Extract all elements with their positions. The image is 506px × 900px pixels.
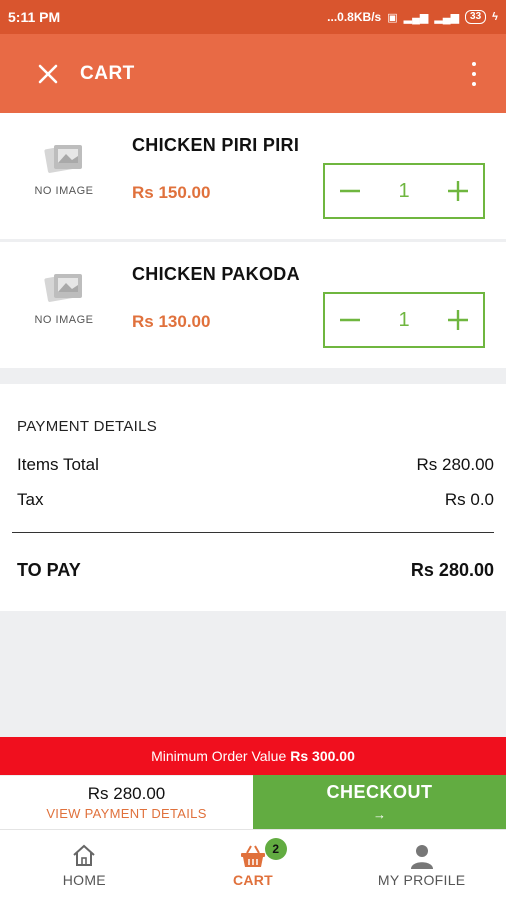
- total-amount: Rs 280.00: [87, 784, 166, 803]
- total-summary: Rs 280.00 VIEW PAYMENT DETAILS: [0, 775, 253, 829]
- min-order-label: Minimum Order Value: [151, 748, 287, 764]
- quantity-value: 1: [398, 308, 410, 331]
- cart-count-badge: 2: [264, 838, 287, 860]
- item-price: Rs 150.00: [132, 183, 211, 202]
- network-speed: ...0.8KB/s: [327, 10, 382, 24]
- view-payment-details-link[interactable]: VIEW PAYMENT DETAILS: [46, 806, 206, 821]
- cart-item: NO IMAGE CHICKEN PAKODA Rs 130.00 1: [0, 242, 506, 368]
- items-total-row: Items Total Rs 280.00: [17, 455, 494, 475]
- signal-icon: ▂▄▆: [403, 11, 429, 24]
- battery-icon: 33: [465, 10, 487, 24]
- to-pay-label: TO PAY: [17, 560, 81, 580]
- payment-details-section: PAYMENT DETAILS Items Total Rs 280.00 Ta…: [0, 384, 506, 611]
- no-image-label: NO IMAGE: [34, 314, 94, 326]
- decrease-button[interactable]: [337, 178, 363, 204]
- nav-profile-label: MY PROFILE: [377, 872, 466, 888]
- nav-profile[interactable]: MY PROFILE: [337, 830, 506, 900]
- plus-icon: [448, 181, 468, 201]
- tax-label: Tax: [17, 490, 44, 509]
- volte-icon: ▣: [387, 11, 398, 24]
- status-time: 5:11 PM: [8, 9, 61, 25]
- minus-icon: [340, 189, 360, 193]
- status-bar: 5:11 PM ...0.8KB/s ▣ ▂▄▆ ▂▄▆ 33 ϟ: [0, 0, 506, 34]
- quantity-value: 1: [398, 179, 410, 202]
- status-indicators: ...0.8KB/s ▣ ▂▄▆ ▂▄▆ 33 ϟ: [327, 10, 498, 24]
- image-placeholder-icon: [44, 274, 82, 302]
- increase-button[interactable]: [445, 178, 471, 204]
- image-placeholder-icon: [44, 145, 82, 173]
- quantity-stepper: 1: [323, 292, 485, 348]
- increase-button[interactable]: [445, 307, 471, 333]
- tax-value: Rs 0.0: [444, 490, 494, 509]
- person-icon: [410, 845, 433, 869]
- nav-cart-label: CART: [232, 872, 274, 888]
- minus-icon: [340, 318, 360, 322]
- cart-item: NO IMAGE CHICKEN PIRI PIRI Rs 150.00 1: [0, 113, 506, 239]
- plus-icon: [448, 310, 468, 330]
- checkout-button[interactable]: CHECKOUT →: [253, 775, 506, 829]
- payment-details-heading: PAYMENT DETAILS: [17, 418, 158, 435]
- checkout-label: CHECKOUT: [326, 782, 433, 802]
- item-image-placeholder: NO IMAGE: [28, 141, 100, 211]
- checkout-bar: Rs 280.00 VIEW PAYMENT DETAILS CHECKOUT …: [0, 775, 506, 829]
- close-button[interactable]: [30, 56, 66, 92]
- nav-home[interactable]: HOME: [0, 830, 169, 900]
- signal-icon-2: ▂▄▆: [434, 11, 460, 24]
- items-total-label: Items Total: [17, 455, 99, 474]
- basket-icon: [241, 845, 265, 867]
- more-vert-icon: [472, 62, 476, 66]
- no-image-label: NO IMAGE: [34, 185, 94, 197]
- tax-row: Tax Rs 0.0: [17, 490, 494, 510]
- to-pay-row: TO PAY Rs 280.00: [17, 560, 494, 581]
- divider: [12, 532, 494, 533]
- quantity-stepper: 1: [323, 163, 485, 219]
- to-pay-value: Rs 280.00: [410, 560, 494, 580]
- app-bar: CART: [0, 34, 506, 113]
- decrease-button[interactable]: [337, 307, 363, 333]
- close-icon: [38, 64, 58, 83]
- page-title: CART: [80, 62, 135, 84]
- item-image-placeholder: NO IMAGE: [28, 270, 100, 340]
- charging-icon: ϟ: [492, 11, 498, 23]
- minimum-order-banner: Minimum Order Value Rs 300.00: [0, 737, 506, 775]
- item-name: CHICKEN PAKODA: [132, 264, 300, 284]
- home-icon: [73, 844, 95, 866]
- bottom-nav: HOME 2 CART MY PROFILE: [0, 829, 506, 900]
- nav-cart[interactable]: 2 CART: [169, 830, 338, 900]
- arrow-right-icon: →: [373, 807, 386, 822]
- min-order-value: Rs 300.00: [290, 748, 355, 764]
- nav-home-label: HOME: [62, 872, 106, 888]
- item-name: CHICKEN PIRI PIRI: [132, 135, 300, 155]
- items-total-value: Rs 280.00: [416, 455, 495, 474]
- more-options-button[interactable]: [468, 60, 480, 88]
- item-price: Rs 130.00: [132, 312, 211, 331]
